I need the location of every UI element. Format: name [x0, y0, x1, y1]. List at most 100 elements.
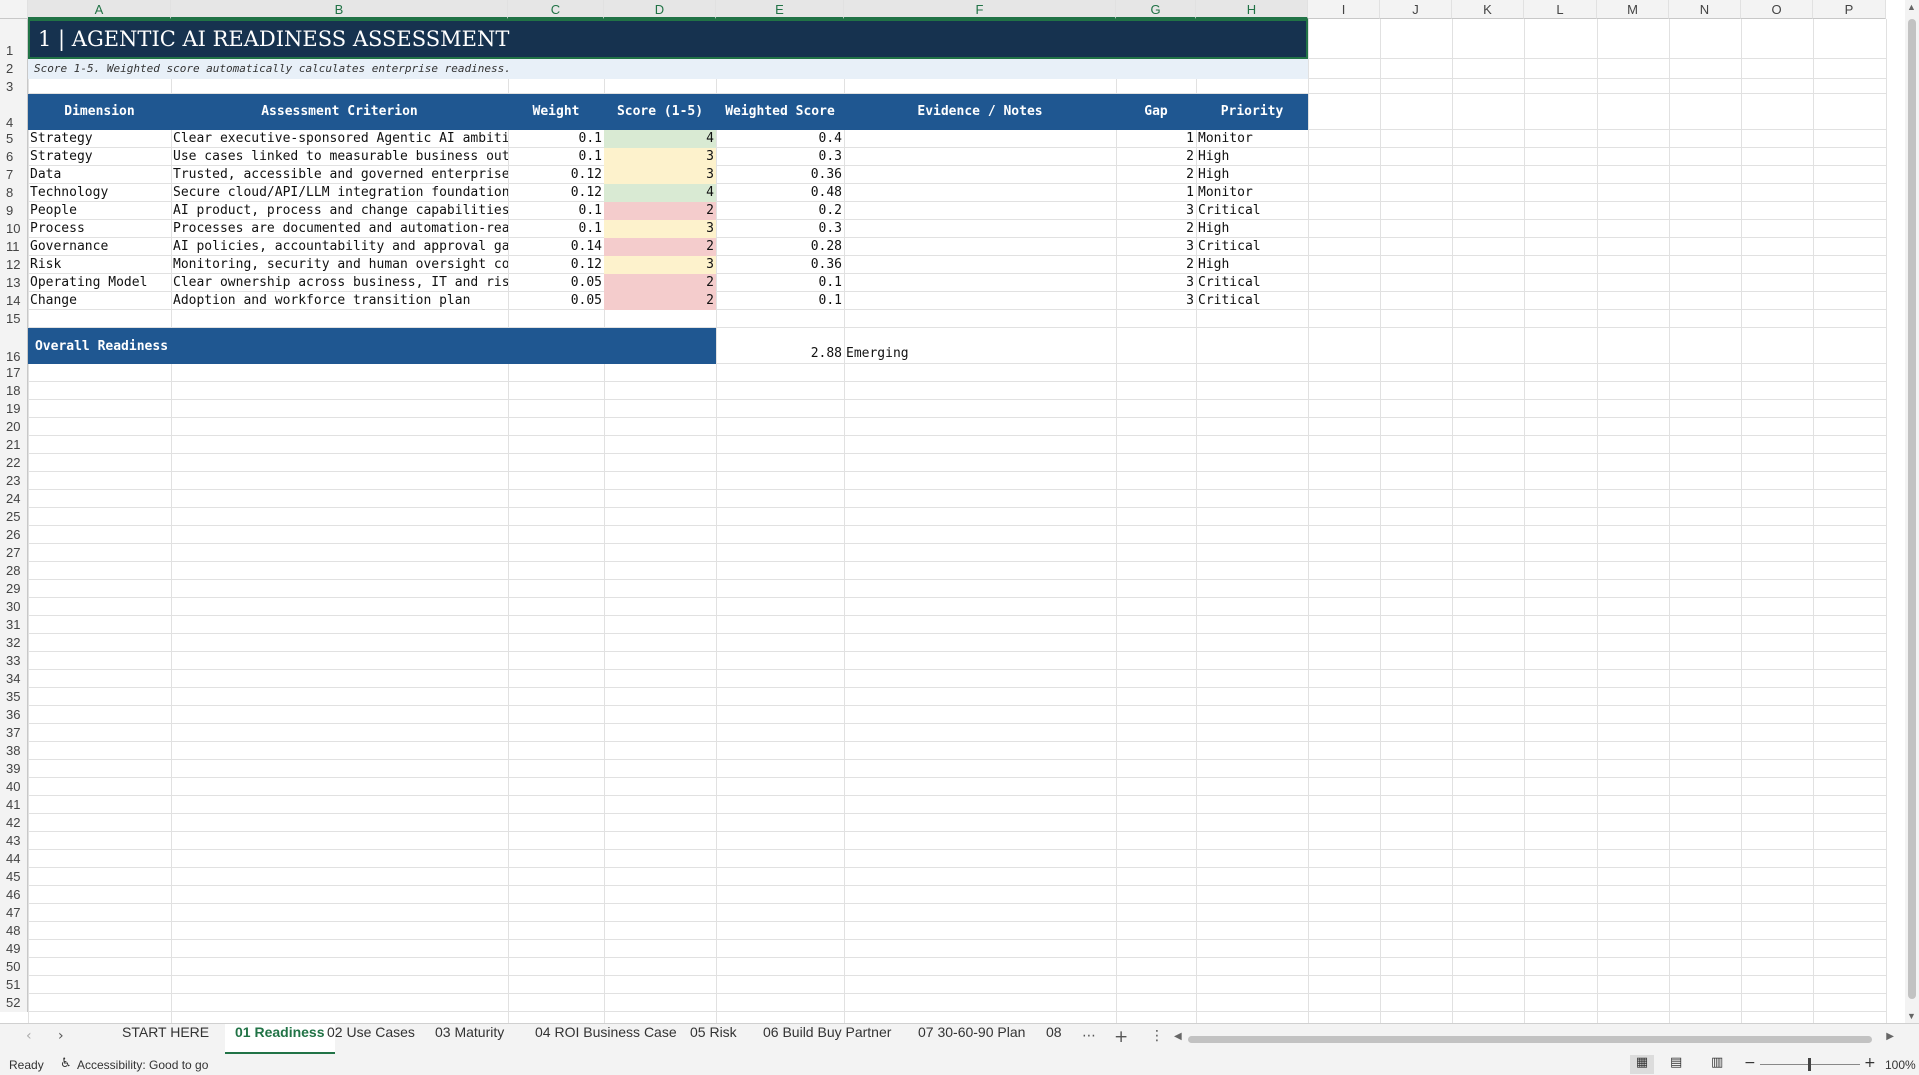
- cell-priority[interactable]: Critical: [1196, 274, 1308, 292]
- sheet-subtitle[interactable]: Score 1-5. Weighted score automatically …: [28, 59, 1308, 79]
- row-header-30[interactable]: 30: [0, 598, 28, 616]
- row-header-26[interactable]: 26: [0, 526, 28, 544]
- zoom-in-icon[interactable]: +: [1864, 1055, 1876, 1071]
- row-header-47[interactable]: 47: [0, 904, 28, 922]
- row-header-51[interactable]: 51: [0, 976, 28, 994]
- horizontal-scrollbar[interactable]: ◀ ▶: [1172, 1031, 1896, 1045]
- row-header-46[interactable]: 46: [0, 886, 28, 904]
- cell-criterion[interactable]: Secure cloud/API/LLM integration foundat…: [171, 184, 508, 202]
- cell-evidence[interactable]: [844, 184, 1116, 202]
- select-all-corner[interactable]: [0, 0, 28, 19]
- row-header-14[interactable]: 14: [0, 292, 28, 310]
- header-evidence[interactable]: Evidence / Notes: [844, 94, 1116, 130]
- row-header-45[interactable]: 45: [0, 868, 28, 886]
- row-header-2[interactable]: 2: [0, 59, 28, 79]
- row-header-41[interactable]: 41: [0, 796, 28, 814]
- cell-dimension[interactable]: Governance: [28, 238, 171, 256]
- column-header-k[interactable]: K: [1452, 0, 1524, 19]
- cell-priority[interactable]: High: [1196, 220, 1308, 238]
- row-header-27[interactable]: 27: [0, 544, 28, 562]
- cell-score[interactable]: 3: [604, 256, 716, 274]
- row-header-9[interactable]: 9: [0, 202, 28, 220]
- cell-criterion[interactable]: AI product, process and change capabilit…: [171, 202, 508, 220]
- row-header-43[interactable]: 43: [0, 832, 28, 850]
- row-header-18[interactable]: 18: [0, 382, 28, 400]
- cell-gap[interactable]: 3: [1116, 238, 1196, 256]
- column-header-d[interactable]: D: [604, 0, 716, 19]
- scroll-down-icon[interactable]: ▼: [1907, 1011, 1916, 1021]
- row-header-42[interactable]: 42: [0, 814, 28, 832]
- row-header-20[interactable]: 20: [0, 418, 28, 436]
- cell-weight[interactable]: 0.1: [508, 130, 604, 148]
- cell-evidence[interactable]: [844, 148, 1116, 166]
- sheet-tab-start-here[interactable]: START HERE: [112, 1024, 219, 1052]
- cell-weighted-score[interactable]: 0.48: [716, 184, 844, 202]
- cell-weight[interactable]: 0.1: [508, 220, 604, 238]
- cell-weighted-score[interactable]: 0.3: [716, 148, 844, 166]
- vertical-scroll-thumb[interactable]: [1908, 19, 1916, 999]
- cell-priority[interactable]: Monitor: [1196, 184, 1308, 202]
- plus-icon[interactable]: +: [1114, 1027, 1128, 1047]
- vertical-dots-icon[interactable]: ⋮: [1150, 1028, 1164, 1044]
- row-header-15[interactable]: 15: [0, 310, 28, 328]
- cell-dimension[interactable]: Change: [28, 292, 171, 310]
- header-weight[interactable]: Weight: [508, 94, 604, 130]
- zoom-slider[interactable]: [1760, 1058, 1860, 1071]
- row-header-48[interactable]: 48: [0, 922, 28, 940]
- row-header-13[interactable]: 13: [0, 274, 28, 292]
- cell-criterion[interactable]: Use cases linked to measurable business …: [171, 148, 508, 166]
- overall-readiness-label[interactable]: Overall Readiness: [28, 328, 716, 364]
- header-gap[interactable]: Gap: [1116, 94, 1196, 130]
- cell-gap[interactable]: 3: [1116, 274, 1196, 292]
- row-header-25[interactable]: 25: [0, 508, 28, 526]
- column-header-j[interactable]: J: [1380, 0, 1452, 19]
- row-header-22[interactable]: 22: [0, 454, 28, 472]
- column-header-n[interactable]: N: [1669, 0, 1741, 19]
- cell-evidence[interactable]: [844, 202, 1116, 220]
- header-dimension[interactable]: Dimension: [28, 94, 171, 130]
- row-header-24[interactable]: 24: [0, 490, 28, 508]
- row-header-29[interactable]: 29: [0, 580, 28, 598]
- row-header-10[interactable]: 10: [0, 220, 28, 238]
- row-header-36[interactable]: 36: [0, 706, 28, 724]
- cell-weighted-score[interactable]: 0.1: [716, 274, 844, 292]
- row-header-5[interactable]: 5: [0, 130, 28, 148]
- cell-gap[interactable]: 2: [1116, 220, 1196, 238]
- accessibility-icon[interactable]: ♿: [60, 1056, 72, 1071]
- column-header-h[interactable]: H: [1196, 0, 1308, 19]
- row-header-21[interactable]: 21: [0, 436, 28, 454]
- column-header-l[interactable]: L: [1524, 0, 1597, 19]
- zoom-slider-thumb[interactable]: [1808, 1058, 1811, 1071]
- cell-criterion[interactable]: Adoption and workforce transition plan: [171, 292, 508, 310]
- row-header-17[interactable]: 17: [0, 364, 28, 382]
- sheet-tab-03-maturity[interactable]: 03 Maturity: [425, 1024, 514, 1052]
- cell-weight[interactable]: 0.12: [508, 166, 604, 184]
- cell-criterion[interactable]: Monitoring, security and human oversight…: [171, 256, 508, 274]
- page-layout-icon[interactable]: ▤: [1670, 1055, 1682, 1070]
- sheet-tab-06-build-buy-partner[interactable]: 06 Build Buy Partner: [753, 1024, 901, 1052]
- accessibility-status[interactable]: Accessibility: Good to go: [77, 1058, 208, 1072]
- cell-weighted-score[interactable]: 0.1: [716, 292, 844, 310]
- cell-criterion[interactable]: Trusted, accessible and governed enterpr…: [171, 166, 508, 184]
- row-header-50[interactable]: 50: [0, 958, 28, 976]
- cell-priority[interactable]: Critical: [1196, 202, 1308, 220]
- row-header-34[interactable]: 34: [0, 670, 28, 688]
- cell-evidence[interactable]: [844, 274, 1116, 292]
- row-header-35[interactable]: 35: [0, 688, 28, 706]
- row-header-32[interactable]: 32: [0, 634, 28, 652]
- cell-weight[interactable]: 0.1: [508, 202, 604, 220]
- row-header-4[interactable]: 4: [0, 94, 28, 130]
- chevron-right-icon[interactable]: ›: [58, 1028, 64, 1044]
- cell-criterion[interactable]: AI policies, accountability and approval…: [171, 238, 508, 256]
- header-criterion[interactable]: Assessment Criterion: [171, 94, 508, 130]
- cell-evidence[interactable]: [844, 130, 1116, 148]
- cell-weighted-score[interactable]: 0.4: [716, 130, 844, 148]
- chevron-left-icon[interactable]: ‹: [26, 1028, 32, 1044]
- cell-evidence[interactable]: [844, 292, 1116, 310]
- row-header-8[interactable]: 8: [0, 184, 28, 202]
- cell-weighted-score[interactable]: 0.28: [716, 238, 844, 256]
- row-header-11[interactable]: 11: [0, 238, 28, 256]
- sheet-tab-04-roi-business-case[interactable]: 04 ROI Business Case: [525, 1024, 687, 1052]
- cell-weight[interactable]: 0.12: [508, 184, 604, 202]
- cell-score[interactable]: 2: [604, 292, 716, 310]
